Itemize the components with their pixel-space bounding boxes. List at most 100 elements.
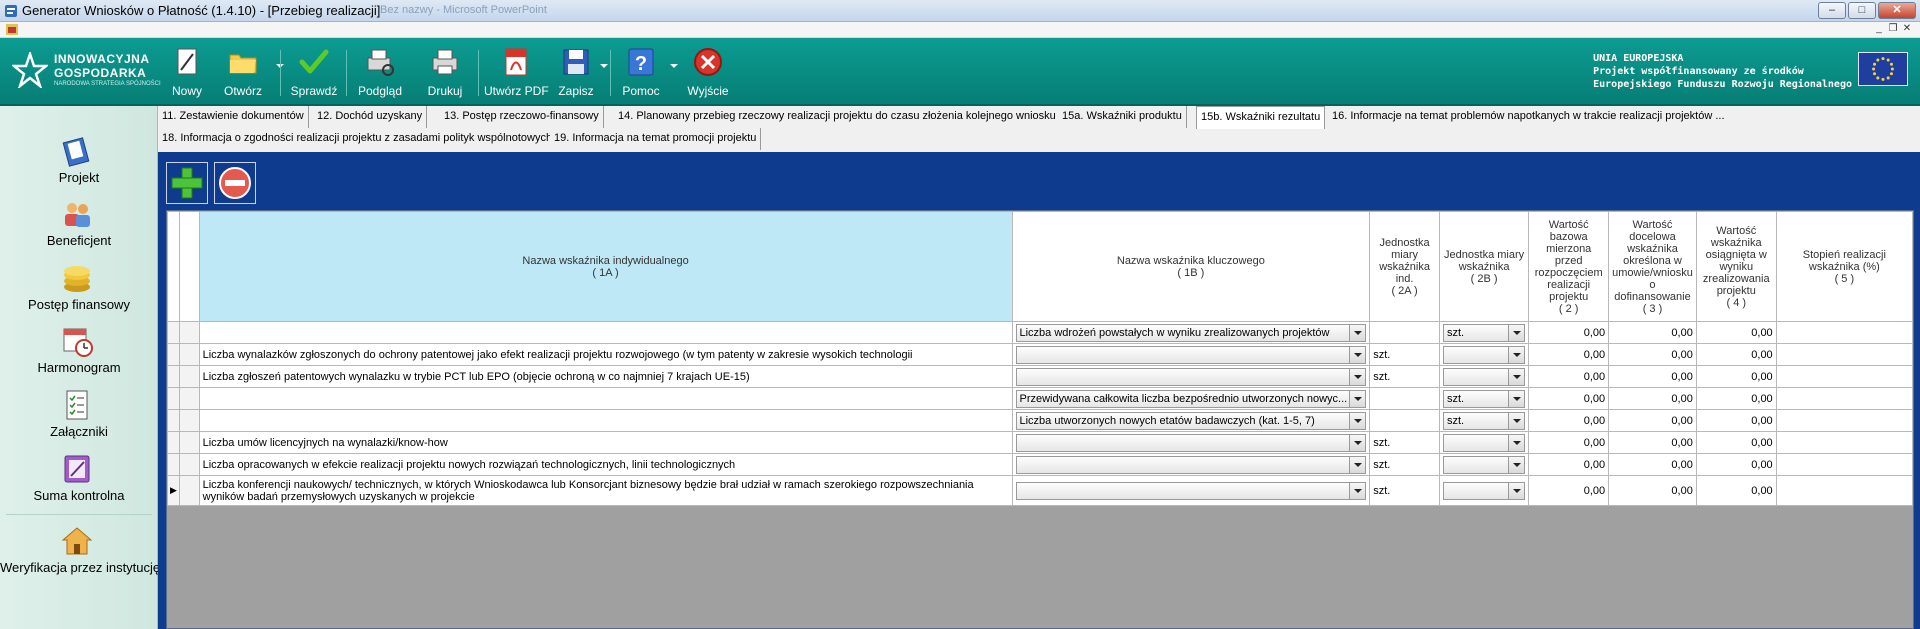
col-header-5[interactable]: Stopień realizacji wskaźnika (%) ( 5 ) bbox=[1775, 211, 1914, 322]
mdi-minimize-icon[interactable]: _ bbox=[1872, 23, 1886, 34]
cell-2b[interactable] bbox=[1438, 453, 1530, 476]
cell-2[interactable]: 0,00 bbox=[1528, 453, 1610, 476]
c2b-combobox[interactable]: szt. bbox=[1442, 323, 1526, 342]
c1b-combobox[interactable] bbox=[1015, 455, 1367, 474]
c2b-combobox[interactable] bbox=[1442, 345, 1526, 364]
c2b-combobox[interactable] bbox=[1442, 455, 1526, 474]
cell-5[interactable] bbox=[1775, 409, 1914, 432]
dropdown-arrow-icon[interactable] bbox=[1508, 346, 1525, 363]
sidebar-item-zalaczniki[interactable]: Załączniki bbox=[0, 384, 158, 452]
table-row[interactable]: Liczba utworzonych nowych etatów badawcz… bbox=[167, 409, 1914, 432]
c2b-combobox[interactable]: szt. bbox=[1442, 411, 1526, 430]
row-selector-2[interactable] bbox=[178, 453, 200, 476]
cell-2a[interactable]: szt. bbox=[1369, 453, 1440, 476]
close-button[interactable]: ✕ bbox=[1878, 2, 1916, 19]
cell-5[interactable] bbox=[1775, 343, 1914, 366]
row-selector-2[interactable] bbox=[178, 431, 200, 454]
cell-2[interactable]: 0,00 bbox=[1528, 365, 1610, 388]
tab-14-planowany-przebieg[interactable]: 14. Planowany przebieg rzeczowy realizac… bbox=[614, 106, 1061, 128]
cell-5[interactable] bbox=[1775, 475, 1914, 506]
c2b-combobox[interactable] bbox=[1442, 481, 1526, 500]
cell-2[interactable]: 0,00 bbox=[1528, 343, 1610, 366]
cell-2b[interactable]: szt. bbox=[1438, 409, 1530, 432]
table-row[interactable]: Liczba umów licencyjnych na wynalazki/kn… bbox=[167, 431, 1914, 454]
cell-2a[interactable]: szt. bbox=[1369, 365, 1440, 388]
minimize-button[interactable]: – bbox=[1818, 2, 1846, 19]
create-pdf-button[interactable]: Utwórz PDF bbox=[484, 44, 549, 102]
col-header-3[interactable]: Wartość docelowa wskaźnika określona w u… bbox=[1608, 211, 1697, 322]
dropdown-arrow-icon[interactable] bbox=[1349, 324, 1366, 341]
cell-4[interactable]: 0,00 bbox=[1695, 431, 1777, 454]
add-row-button[interactable] bbox=[166, 162, 208, 204]
tab-11-zestawienie-dokumentow[interactable]: 11. Zestawienie dokumentów bbox=[158, 106, 309, 128]
c1b-combobox[interactable] bbox=[1015, 367, 1367, 386]
exit-button[interactable]: Wyjście bbox=[682, 44, 734, 102]
tab-19-promocja-projektu[interactable]: 19. Informacja na temat promocji projekt… bbox=[550, 128, 762, 150]
cell-1b[interactable] bbox=[1011, 431, 1371, 454]
tab-15b-wskazniki-rezultatu[interactable]: 15b. Wskaźniki rezultatu bbox=[1196, 106, 1326, 129]
cell-5[interactable] bbox=[1775, 365, 1914, 388]
cell-1b[interactable] bbox=[1011, 365, 1371, 388]
table-row[interactable]: Liczba zgłoszeń patentowych wynalazku w … bbox=[167, 365, 1914, 388]
cell-1b[interactable]: Liczba wdrożeń powstałych w wyniku zreal… bbox=[1011, 321, 1371, 344]
dropdown-arrow-icon[interactable] bbox=[1508, 482, 1525, 499]
row-selector-2[interactable] bbox=[178, 387, 200, 410]
col-header-2a[interactable]: Jednostka miary wskaźnika ind. ( 2A ) bbox=[1369, 211, 1440, 322]
cell-4[interactable]: 0,00 bbox=[1695, 343, 1777, 366]
cell-3[interactable]: 0,00 bbox=[1608, 343, 1697, 366]
dropdown-arrow-icon[interactable] bbox=[1508, 368, 1525, 385]
cell-1b[interactable]: Liczba utworzonych nowych etatów badawcz… bbox=[1011, 409, 1371, 432]
c2b-combobox[interactable]: szt. bbox=[1442, 389, 1526, 408]
dropdown-arrow-icon[interactable] bbox=[1508, 324, 1525, 341]
row-selector-2[interactable] bbox=[178, 343, 200, 366]
cell-2[interactable]: 0,00 bbox=[1528, 321, 1610, 344]
tab-18-zgodnosc-polityk[interactable]: 18. Informacja o zgodności realizacji pr… bbox=[158, 128, 558, 150]
table-row[interactable]: Liczba wynalazków zgłoszonych do ochrony… bbox=[167, 343, 1914, 366]
row-selector[interactable] bbox=[167, 453, 180, 476]
open-button[interactable]: Otwórz bbox=[218, 44, 284, 102]
row-selector[interactable] bbox=[167, 431, 180, 454]
cell-2a[interactable]: szt. bbox=[1369, 343, 1440, 366]
cell-3[interactable]: 0,00 bbox=[1608, 475, 1697, 506]
cell-1a[interactable] bbox=[198, 409, 1013, 432]
help-dropdown-arrow[interactable] bbox=[670, 64, 678, 68]
sidebar-item-beneficjent[interactable]: Beneficjent bbox=[0, 193, 158, 261]
cell-3[interactable]: 0,00 bbox=[1608, 409, 1697, 432]
cell-3[interactable]: 0,00 bbox=[1608, 387, 1697, 410]
dropdown-arrow-icon[interactable] bbox=[1349, 390, 1366, 407]
cell-2b[interactable]: szt. bbox=[1438, 321, 1530, 344]
row-selector[interactable] bbox=[167, 387, 180, 410]
cell-1a[interactable]: Liczba umów licencyjnych na wynalazki/kn… bbox=[198, 431, 1013, 454]
save-dropdown-arrow[interactable] bbox=[600, 64, 608, 68]
cell-2a[interactable] bbox=[1369, 321, 1440, 344]
tab-15a-wskazniki-produktu[interactable]: 15a. Wskaźniki produktu bbox=[1058, 106, 1187, 128]
dropdown-arrow-icon[interactable] bbox=[1349, 412, 1366, 429]
cell-2a[interactable]: szt. bbox=[1369, 431, 1440, 454]
c1b-combobox[interactable]: Liczba wdrożeń powstałych w wyniku zreal… bbox=[1015, 323, 1367, 342]
sidebar-item-weryfikacja[interactable]: Weryfikacja przez instytucję bbox=[0, 520, 160, 588]
cell-1a[interactable] bbox=[198, 387, 1013, 410]
table-row[interactable]: ▶ Liczba konferencji naukowych/ techniczn… bbox=[167, 475, 1914, 506]
cell-4[interactable]: 0,00 bbox=[1695, 409, 1777, 432]
cell-3[interactable]: 0,00 bbox=[1608, 321, 1697, 344]
cell-1a[interactable]: Liczba konferencji naukowych/ techniczny… bbox=[198, 475, 1013, 506]
cell-2[interactable]: 0,00 bbox=[1528, 475, 1610, 506]
cell-5[interactable] bbox=[1775, 453, 1914, 476]
cell-2[interactable]: 0,00 bbox=[1528, 431, 1610, 454]
cell-2[interactable]: 0,00 bbox=[1528, 409, 1610, 432]
cell-3[interactable]: 0,00 bbox=[1608, 431, 1697, 454]
sidebar-item-harmonogram[interactable]: Harmonogram bbox=[0, 320, 158, 388]
row-selector[interactable] bbox=[167, 343, 180, 366]
row-selector[interactable]: ▶ bbox=[167, 475, 180, 506]
col-header-4[interactable]: Wartość wskaźnika osiągnięta w wyniku zr… bbox=[1695, 211, 1777, 322]
row-selector-2[interactable] bbox=[178, 321, 200, 344]
maximize-button[interactable]: □ bbox=[1848, 2, 1876, 19]
c1b-combobox[interactable]: Liczba utworzonych nowych etatów badawcz… bbox=[1015, 411, 1367, 430]
dropdown-arrow-icon[interactable] bbox=[1508, 412, 1525, 429]
cell-2a[interactable] bbox=[1369, 387, 1440, 410]
check-button[interactable]: Sprawdź bbox=[288, 44, 340, 102]
table-row[interactable]: Przewidywana całkowita liczba bezpośredn… bbox=[167, 387, 1914, 410]
c1b-combobox[interactable] bbox=[1015, 433, 1367, 452]
c1b-combobox[interactable]: Przewidywana całkowita liczba bezpośredn… bbox=[1015, 389, 1367, 408]
sidebar-item-postep-finansowy[interactable]: Postęp finansowy bbox=[0, 257, 158, 325]
